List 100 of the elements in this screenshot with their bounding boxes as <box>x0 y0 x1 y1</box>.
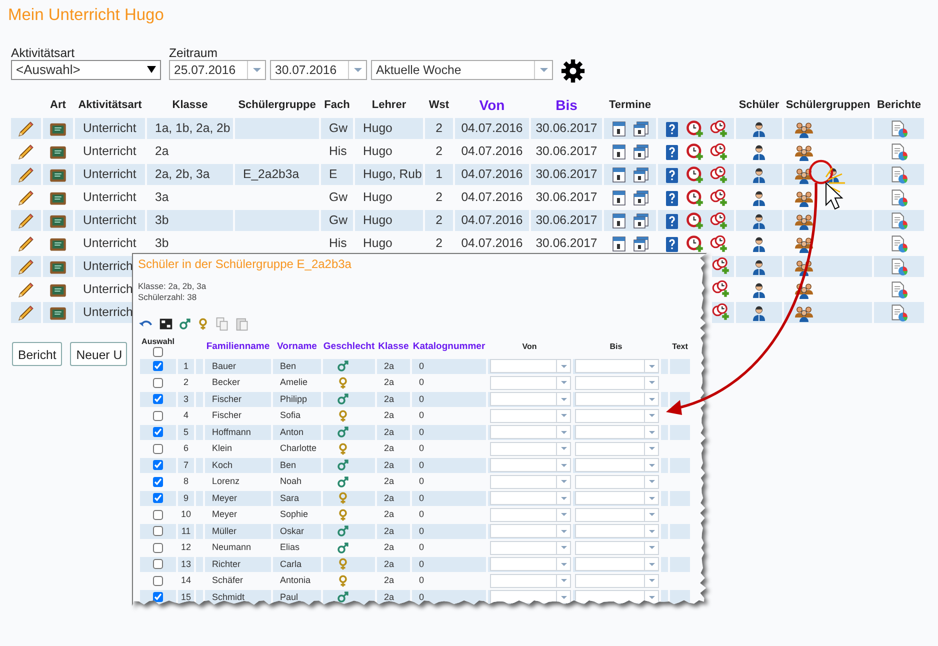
table-cell-text: Unterricht <box>82 189 138 206</box>
date-field[interactable]: 30.07.2016 <box>270 60 367 80</box>
table-cell: 30.06.2017 <box>531 164 602 185</box>
column-header[interactable]: Geschlecht <box>323 336 375 357</box>
table-cell-text: 2a <box>383 376 396 389</box>
table-cell: Oskar <box>273 524 321 538</box>
table-cell-text: Noah <box>279 475 303 488</box>
table-cell: Unterricht <box>75 164 145 185</box>
table-cell: 30.06.2017 <box>531 118 602 139</box>
table-cell-text: 2 <box>434 143 444 160</box>
column-header[interactable]: Bis <box>531 94 602 116</box>
table-cell-text: Hugo <box>362 143 394 160</box>
table-cell: 15 <box>178 590 194 604</box>
column-header: Termine <box>608 98 652 114</box>
table-cell-text: 30.06.2017 <box>534 189 598 206</box>
table-cell-text: 2 <box>434 189 444 206</box>
column-header: Fach <box>323 98 351 114</box>
info-text: Schülerzahl: 38 <box>138 292 198 303</box>
table-cell-text: Charlotte <box>279 442 318 455</box>
column-header[interactable]: Katalognummer <box>412 336 486 357</box>
table-cell: Meyer <box>205 491 271 506</box>
table-cell: Koch <box>205 458 271 472</box>
table-cell-text: 0 <box>418 508 426 521</box>
table-cell: 04.07.2016 <box>455 164 529 185</box>
date-field[interactable]: 25.07.2016 <box>169 60 266 80</box>
table-cell: 2 <box>425 118 453 139</box>
table-cell: Unterrich <box>75 302 132 323</box>
table-cell-text: 2a <box>383 574 396 587</box>
table-cell: Unterricht <box>75 118 145 139</box>
column-header: Von <box>521 341 538 353</box>
column-header[interactable]: Vorname <box>273 336 321 357</box>
column-header: Schülergruppen <box>784 98 872 114</box>
table-cell: E_2a2b3a <box>235 164 319 185</box>
column-header: Berichte <box>876 98 922 114</box>
action-button[interactable]: Neuer U <box>70 342 128 366</box>
column-header: Bis <box>608 341 624 353</box>
table-cell-text: His <box>328 235 348 252</box>
table-cell: 3b <box>147 210 233 231</box>
table-cell: Ben <box>273 458 321 472</box>
table-cell-text: 3a <box>154 189 170 206</box>
table-cell: Philipp <box>273 392 321 406</box>
table-cell-text: 2a <box>383 508 396 521</box>
table-cell-text: Meyer <box>211 508 238 521</box>
table-cell: 0 <box>412 425 486 440</box>
table-cell: 04.07.2016 <box>455 210 529 231</box>
table-cell: Hoffmann <box>205 425 271 440</box>
table-cell: 2a <box>377 590 410 604</box>
activity-type-select[interactable]: <Auswahl> <box>11 60 161 80</box>
table-cell-text: 04.07.2016 <box>460 235 524 252</box>
table-cell: 2a <box>377 392 410 406</box>
table-cell-text: 0 <box>418 475 426 488</box>
table-cell: 7 <box>178 458 194 472</box>
table-cell: Richter <box>205 557 271 572</box>
table-cell-text: Hugo <box>362 189 394 206</box>
column-header: Wst <box>428 98 450 114</box>
table-cell-text: Becker <box>211 376 242 389</box>
field-label: Zeitraum <box>169 46 219 60</box>
table-cell-text: 04.07.2016 <box>460 189 524 206</box>
table-cell: Carla <box>273 557 321 572</box>
table-cell: 2a <box>377 458 410 472</box>
table-cell: 0 <box>412 590 486 604</box>
table-cell: Paul <box>273 590 321 604</box>
table-cell: 2a <box>377 491 410 506</box>
column-header[interactable]: Familienname <box>205 336 271 357</box>
table-cell: 0 <box>412 359 486 374</box>
table-cell-text: 8 <box>182 475 190 488</box>
table-cell-text: Sofia <box>279 409 302 422</box>
table-cell-text: 0 <box>418 442 426 455</box>
column-header: Text <box>671 341 689 353</box>
table-cell-text: Amelie <box>279 376 309 389</box>
table-cell-text: Unterrich <box>82 280 132 298</box>
column-header: Auswahl <box>140 336 176 347</box>
period-select[interactable]: Aktuelle Woche <box>371 60 553 80</box>
table-cell: Gw <box>321 210 353 231</box>
table-cell-text: Lorenz <box>211 475 241 488</box>
column-header: Schülergruppe <box>237 98 317 114</box>
table-cell: Bauer <box>205 359 271 374</box>
action-button[interactable]: Bericht <box>12 342 62 366</box>
table-cell-text: Unterricht <box>82 235 138 252</box>
column-header[interactable]: Von <box>455 94 529 116</box>
table-cell: 2a <box>377 524 410 538</box>
table-cell-text: 4 <box>182 409 190 422</box>
table-cell: 9 <box>178 491 194 506</box>
table-cell: 1 <box>425 164 453 185</box>
table-cell-text: 6 <box>182 442 190 455</box>
table-cell-text: 30.06.2017 <box>534 235 598 252</box>
table-cell-text: Gw <box>328 189 348 206</box>
table-cell: Unterricht <box>75 210 145 231</box>
table-cell: Fischer <box>205 392 271 406</box>
table-cell-text: Unterricht <box>82 143 138 160</box>
table-cell: 1a, 1b, 2a, 2b <box>147 118 233 139</box>
column-header: Art <box>49 98 67 114</box>
table-cell: Unterrich <box>75 256 132 277</box>
column-header[interactable]: Klasse <box>377 336 410 357</box>
table-cell: 04.07.2016 <box>455 118 529 139</box>
table-cell: Hugo, Rub <box>355 164 423 185</box>
table-cell: 5 <box>178 425 194 440</box>
table-cell-text: Antonia <box>279 574 312 587</box>
table-cell-text: Sophie <box>279 508 310 521</box>
table-cell-text: 2a <box>154 143 170 160</box>
